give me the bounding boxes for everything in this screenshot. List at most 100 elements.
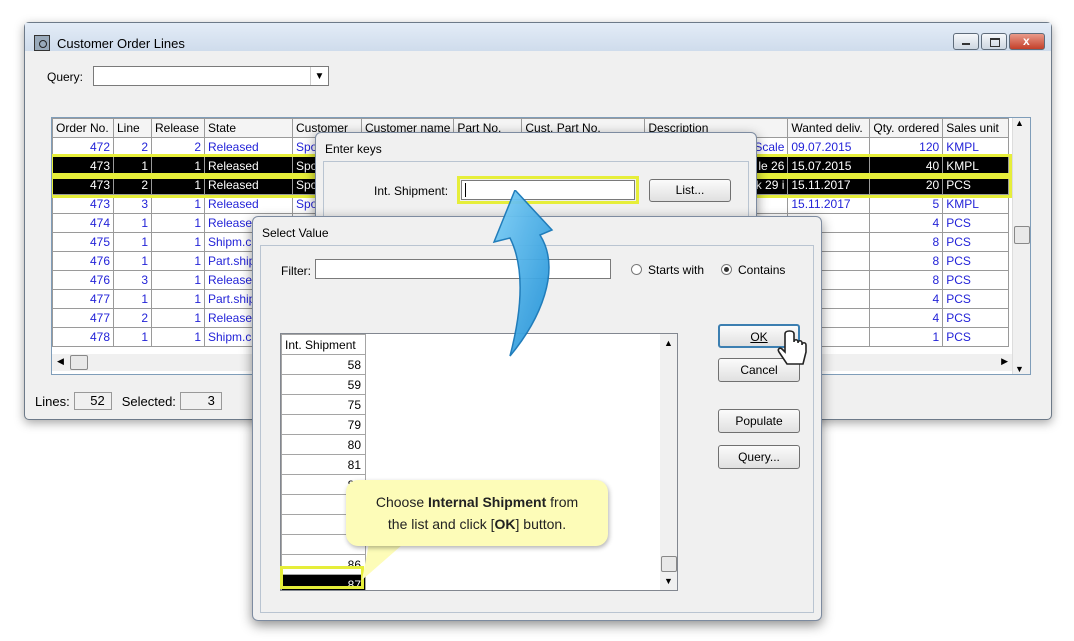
starts-with-radio[interactable]: Starts with bbox=[631, 263, 704, 277]
table-cell: 1 bbox=[151, 194, 205, 214]
table-cell: 1 bbox=[151, 308, 205, 328]
table-cell: 2 bbox=[151, 137, 205, 157]
selected-item-highlight bbox=[280, 566, 364, 589]
table-cell: 1 bbox=[151, 156, 205, 176]
selected-count: 3 bbox=[179, 392, 222, 410]
maximize-button[interactable] bbox=[981, 33, 1007, 50]
starts-with-label: Starts with bbox=[648, 263, 705, 277]
callout-text-3: the list and click [ bbox=[387, 516, 495, 532]
table-cell: 2 bbox=[113, 175, 152, 195]
table-cell: 472 bbox=[52, 137, 114, 157]
list-item[interactable]: 79 bbox=[281, 414, 366, 435]
table-cell: 475 bbox=[52, 232, 114, 252]
column-header[interactable]: Release bbox=[151, 118, 205, 138]
select-value-title: Select Value bbox=[262, 226, 329, 240]
table-cell: PCS bbox=[942, 327, 1010, 347]
table-cell: 1 bbox=[151, 289, 205, 309]
table-cell: 1 bbox=[113, 251, 152, 271]
table-cell: 4 bbox=[869, 213, 944, 233]
scroll-up-icon[interactable]: ▲ bbox=[664, 338, 673, 348]
table-cell: 15.11.2017 bbox=[787, 194, 871, 214]
table-cell: 8 bbox=[869, 251, 944, 271]
table-cell: KMPL bbox=[942, 156, 1010, 176]
table-cell: 476 bbox=[52, 270, 114, 290]
list-column-header[interactable]: Int. Shipment bbox=[281, 334, 366, 355]
table-cell: PCS bbox=[942, 213, 1010, 233]
query-combo[interactable]: ▼ bbox=[93, 66, 329, 86]
table-cell: PCS bbox=[942, 289, 1010, 309]
table-cell: 474 bbox=[52, 213, 114, 233]
table-cell: 15.07.2015 bbox=[787, 156, 871, 176]
table-cell: 1 bbox=[151, 213, 205, 233]
list-item[interactable]: 58 bbox=[281, 354, 366, 375]
table-cell: 1 bbox=[151, 327, 205, 347]
grid-vertical-scrollbar[interactable]: ▲ ▼ bbox=[1012, 118, 1030, 374]
table-cell: 1 bbox=[113, 156, 152, 176]
curved-arrow-icon bbox=[492, 190, 554, 357]
table-cell: 1 bbox=[113, 327, 152, 347]
table-cell: 120 bbox=[869, 137, 944, 157]
table-cell: 15.11.2017 bbox=[787, 175, 871, 195]
column-header[interactable]: Wanted deliv. bbox=[787, 118, 871, 138]
table-cell: 2 bbox=[113, 137, 152, 157]
table-cell: PCS bbox=[942, 175, 1010, 195]
int-shipment-list: Int. Shipment 585975798081828687 ▲ ▼ bbox=[280, 333, 678, 591]
close-button[interactable] bbox=[1009, 33, 1045, 50]
table-cell: 473 bbox=[52, 194, 114, 214]
table-cell: 1 bbox=[151, 232, 205, 252]
contains-label: Contains bbox=[738, 263, 786, 277]
table-cell: 4 bbox=[869, 289, 944, 309]
radio-selected-icon bbox=[721, 264, 732, 275]
contains-radio[interactable]: Contains bbox=[721, 263, 785, 277]
table-cell: 8 bbox=[869, 232, 944, 252]
query-button[interactable]: Query... bbox=[718, 445, 800, 469]
table-cell: 09.07.2015 bbox=[787, 137, 871, 157]
table-cell: 3 bbox=[113, 194, 152, 214]
column-header[interactable]: State bbox=[204, 118, 293, 138]
scroll-thumb[interactable] bbox=[1014, 226, 1030, 244]
scroll-left-icon[interactable]: ◀ bbox=[57, 356, 64, 367]
table-cell: PCS bbox=[942, 270, 1010, 290]
table-cell: 3 bbox=[113, 270, 152, 290]
scroll-down-icon[interactable]: ▼ bbox=[664, 576, 673, 586]
table-cell: 473 bbox=[52, 156, 114, 176]
lines-count: 52 bbox=[73, 392, 112, 410]
query-label: Query: bbox=[47, 70, 84, 84]
chevron-down-icon[interactable]: ▼ bbox=[310, 67, 328, 85]
callout-bold-1: Internal Shipment bbox=[428, 494, 547, 510]
table-cell: 473 bbox=[52, 175, 114, 195]
list-item[interactable]: 81 bbox=[281, 454, 366, 475]
column-header[interactable]: Line bbox=[113, 118, 152, 138]
scroll-down-icon[interactable]: ▼ bbox=[1015, 364, 1024, 374]
table-cell: 8 bbox=[869, 270, 944, 290]
table-cell: 2 bbox=[113, 308, 152, 328]
list-scroll-thumb[interactable] bbox=[661, 556, 677, 572]
table-cell: 478 bbox=[52, 327, 114, 347]
minimize-button[interactable] bbox=[953, 33, 979, 50]
populate-button[interactable]: Populate bbox=[718, 409, 800, 433]
table-cell: 476 bbox=[52, 251, 114, 271]
column-header[interactable]: Order No. bbox=[52, 118, 114, 138]
callout-text-4: ] button. bbox=[515, 516, 567, 532]
scroll-right-icon[interactable]: ▶ bbox=[1001, 356, 1008, 367]
lines-label: Lines: bbox=[35, 393, 70, 409]
table-cell: 477 bbox=[52, 308, 114, 328]
table-cell: 477 bbox=[52, 289, 114, 309]
scroll-up-icon[interactable]: ▲ bbox=[1015, 118, 1024, 128]
list-vertical-scrollbar[interactable]: ▲ ▼ bbox=[660, 334, 677, 590]
table-cell: PCS bbox=[942, 232, 1010, 252]
table-cell: 40 bbox=[869, 156, 944, 176]
table-cell: 1 bbox=[113, 289, 152, 309]
list-item[interactable]: 75 bbox=[281, 394, 366, 415]
list-item[interactable]: 80 bbox=[281, 434, 366, 455]
list-item[interactable]: 59 bbox=[281, 374, 366, 395]
table-cell: 1 bbox=[113, 232, 152, 252]
table-cell: 1 bbox=[151, 251, 205, 271]
column-header[interactable]: Sales unit bbox=[942, 118, 1010, 138]
column-header[interactable]: Qty. ordered bbox=[869, 118, 944, 138]
list-button[interactable]: List... bbox=[649, 179, 731, 202]
callout-bold-2: OK bbox=[494, 516, 516, 532]
ok-label: OK bbox=[750, 330, 768, 344]
table-cell: KMPL bbox=[942, 194, 1010, 214]
hscroll-thumb[interactable] bbox=[70, 355, 88, 370]
